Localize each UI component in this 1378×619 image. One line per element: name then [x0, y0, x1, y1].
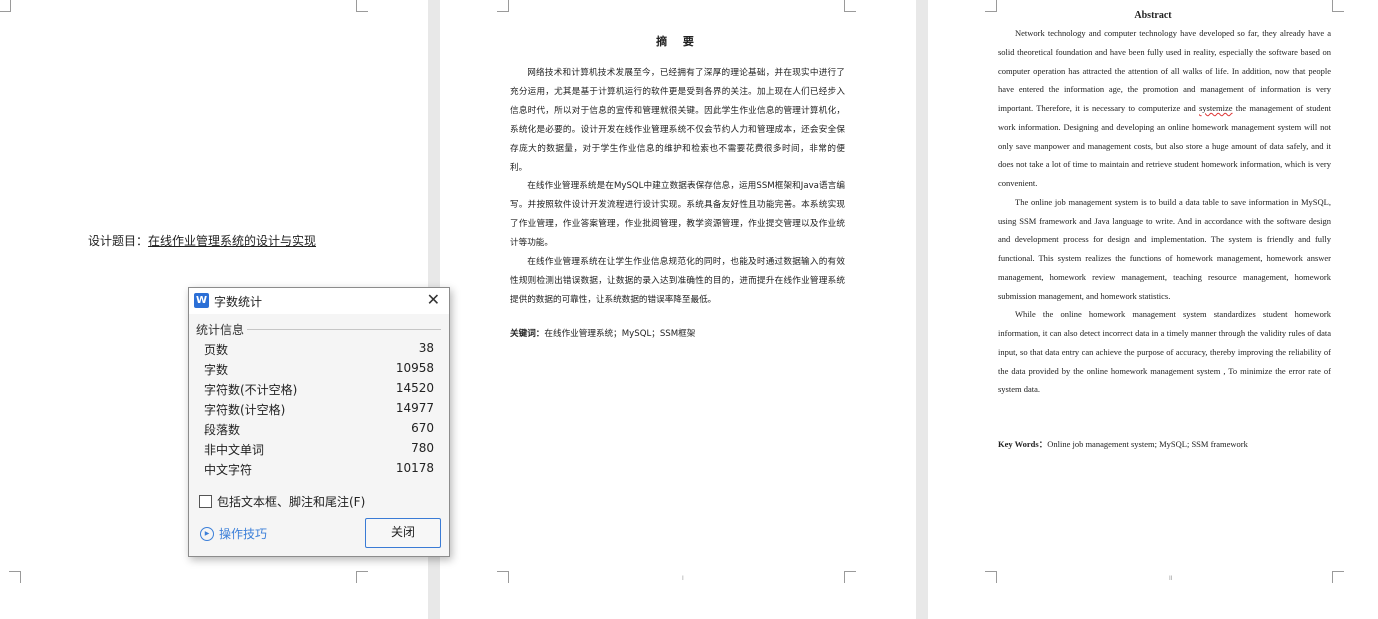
close-icon[interactable]: ✕	[427, 290, 440, 310]
page-number: II	[1169, 575, 1173, 582]
tips-link[interactable]: ▶ 操作技巧	[200, 525, 267, 542]
stat-row-pages: 页数 38	[204, 341, 434, 361]
stat-label: 字数	[204, 363, 229, 377]
statistics-section-label: 统计信息	[196, 323, 245, 337]
checkbox-label: 包括文本框、脚注和尾注(F)	[217, 495, 366, 509]
chinese-abstract-body[interactable]: 网络技术和计算机技术发展至今，已经拥有了深厚的理论基础，并在现实中进行了充分运用…	[510, 64, 845, 310]
crop-mark	[844, 571, 856, 583]
stat-label: 字符数(计空格)	[204, 403, 286, 417]
stat-label: 段落数	[204, 423, 241, 437]
paragraph-text: the management of student work informati…	[998, 103, 1331, 188]
crop-mark	[356, 0, 368, 12]
paragraph-text: Network technology and computer technolo…	[998, 28, 1331, 113]
stat-row-non-chinese-words: 非中文单词 780	[204, 441, 434, 461]
section-divider	[247, 329, 441, 330]
keywords-text: 在线作业管理系统；MySQL；SSM框架	[544, 329, 696, 339]
english-abstract-body[interactable]: Network technology and computer technolo…	[998, 24, 1331, 399]
crop-mark	[497, 0, 509, 12]
crop-mark	[9, 571, 21, 583]
crop-mark	[844, 0, 856, 12]
english-keywords: Key Words：Online job management system; …	[998, 438, 1248, 450]
abstract-paragraph: 在线作业管理系统是在MySQL中建立数据表保存信息，运用SSM框架和Java语言…	[510, 181, 845, 249]
abstract-paragraph: 在线作业管理系统在让学生作业信息规范化的同时，也能及时通过数据输入的有效性规则检…	[510, 257, 845, 305]
stat-value: 780	[411, 441, 434, 455]
statistics-list: 页数 38 字数 10958 字符数(不计空格) 14520 字符数(计空格) 1497…	[204, 341, 434, 481]
chinese-abstract-heading: 摘 要	[656, 35, 700, 48]
stat-label: 字符数(不计空格)	[204, 383, 298, 397]
abstract-paragraph: The online job management system is to b…	[998, 196, 1331, 301]
crop-mark	[497, 571, 509, 583]
keywords-text: Online job management system; MySQL; SSM…	[1047, 439, 1248, 449]
stat-label: 页数	[204, 343, 229, 357]
crop-mark	[1332, 571, 1344, 583]
stat-value: 14977	[395, 401, 434, 415]
stat-row-paragraphs: 段落数 670	[204, 421, 434, 441]
wps-app-icon: W	[194, 293, 209, 308]
document-page-2: 摘 要 网络技术和计算机技术发展至今，已经拥有了深厚的理论基础，并在现实中进行了…	[440, 0, 916, 619]
crop-mark	[356, 571, 368, 583]
spellcheck-flagged-word[interactable]: systemize	[1199, 103, 1233, 113]
keywords-label: 关键词：	[510, 329, 545, 339]
dialog-titlebar[interactable]: W 字数统计 ✕	[189, 288, 449, 314]
crop-mark	[0, 0, 11, 12]
document-page-3: Abstract Network technology and computer…	[928, 0, 1378, 619]
abstract-paragraph: 网络技术和计算机技术发展至今，已经拥有了深厚的理论基础，并在现实中进行了充分运用…	[510, 68, 845, 173]
design-title-prefix: 设计题目：	[88, 234, 149, 248]
word-count-dialog: W 字数统计 ✕ 统计信息 页数 38 字数 10958 字符数(不计空格) 1452…	[188, 287, 450, 557]
abstract-paragraph: Network technology and computer technolo…	[998, 24, 1331, 193]
crop-mark	[985, 571, 997, 583]
stat-label: 中文字符	[204, 463, 253, 477]
include-textbox-footnotes-checkbox[interactable]	[199, 495, 212, 508]
stat-value: 10178	[395, 461, 434, 475]
english-abstract-heading: Abstract	[1134, 10, 1172, 21]
design-title[interactable]: 设计题目：在线作业管理系统的设计与实现	[88, 232, 316, 249]
stat-value: 10958	[395, 361, 434, 375]
stat-row-chars-with-spaces: 字符数(计空格) 14977	[204, 401, 434, 421]
stat-label: 非中文单词	[204, 443, 265, 457]
stat-value: 14520	[395, 381, 434, 395]
design-title-text: 在线作业管理系统的设计与实现	[148, 234, 317, 248]
page-number: I	[682, 575, 684, 582]
abstract-paragraph: While the online homework management sys…	[998, 309, 1331, 395]
stat-value: 38	[418, 341, 434, 355]
dialog-title: 字数统计	[214, 295, 263, 309]
stat-row-chars-no-spaces: 字符数(不计空格) 14520	[204, 381, 434, 401]
stat-row-words: 字数 10958	[204, 361, 434, 381]
stat-value: 670	[411, 421, 434, 435]
play-circle-icon: ▶	[200, 526, 214, 541]
include-textbox-footnotes-option[interactable]: 包括文本框、脚注和尾注(F)	[199, 493, 365, 510]
stat-row-chinese-chars: 中文字符 10178	[204, 461, 434, 481]
keywords-label: Key Words：	[998, 439, 1048, 449]
chinese-keywords: 关键词：在线作业管理系统；MySQL；SSM框架	[510, 327, 695, 339]
close-button[interactable]: 关闭	[365, 518, 441, 548]
tips-label: 操作技巧	[219, 527, 268, 541]
